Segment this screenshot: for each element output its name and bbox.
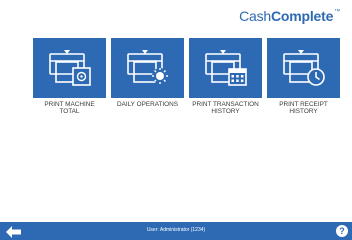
tile-label: PRINT MACHINE TOTAL	[44, 101, 95, 116]
user-status-text: User: Administrator (1234)	[146, 227, 206, 233]
menu-tiles: PRINT MACHINE TOTAL DAILY OPERATIONS PRI…	[33, 38, 340, 116]
tile-label: PRINT RECEIPT HISTORY	[279, 101, 328, 116]
tile-icon-box	[111, 38, 184, 98]
bottom-bar: User: Administrator (1234) ?	[0, 222, 352, 240]
tile-label: DAILY OPERATIONS	[116, 101, 179, 108]
tile-print-machine-total[interactable]: PRINT MACHINE TOTAL	[33, 38, 106, 116]
printer-clock-icon	[282, 50, 325, 86]
brand-name-bold: Complete	[271, 8, 334, 24]
app-root: CashComplete™ PRINT MACHINE TOTAL DAILY …	[0, 0, 352, 240]
tile-icon-box	[189, 38, 262, 98]
brand-logo: CashComplete™	[239, 8, 340, 24]
help-button[interactable]: ?	[336, 225, 348, 237]
tile-icon-box	[33, 38, 106, 98]
tile-daily-operations[interactable]: DAILY OPERATIONS	[111, 38, 184, 116]
printer-safe-icon	[48, 50, 91, 86]
printer-calendar-icon	[204, 50, 247, 86]
brand-name-light: Cash	[239, 8, 271, 24]
printer-sun-icon	[126, 50, 168, 84]
tile-print-transaction-history[interactable]: PRINT TRANSACTION HISTORY	[189, 38, 262, 116]
tile-print-receipt-history[interactable]: PRINT RECEIPT HISTORY	[267, 38, 340, 116]
tile-icon-box	[267, 38, 340, 98]
tile-label: PRINT TRANSACTION HISTORY	[192, 101, 259, 116]
trademark-mark: ™	[334, 9, 340, 15]
